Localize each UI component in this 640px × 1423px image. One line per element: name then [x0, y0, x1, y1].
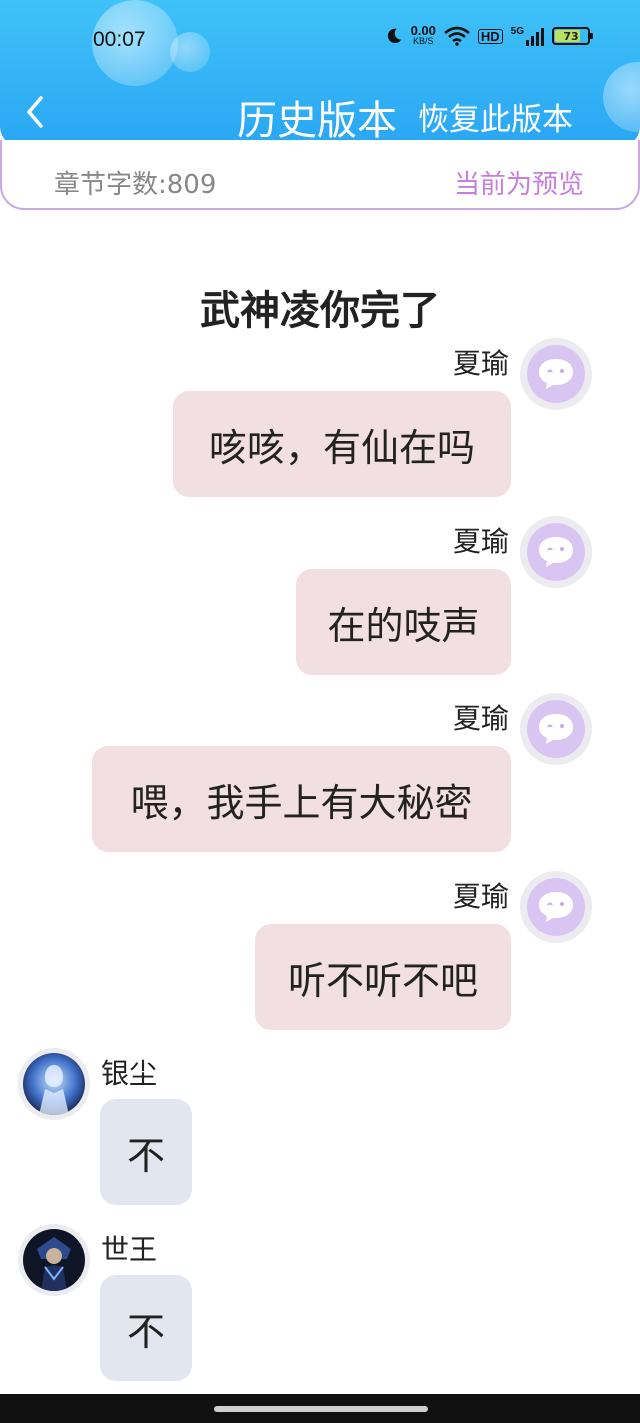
message-bubble: 不: [100, 1275, 192, 1381]
status-icons: 0.00 KB/S HD 5G 73: [385, 23, 593, 46]
sender-name: 夏瑜: [452, 347, 509, 380]
message-bubble: 咳咳，有仙在吗: [173, 391, 511, 497]
chevron-left-icon: [27, 96, 43, 128]
avatar[interactable]: [18, 1224, 90, 1296]
battery-icon: 73: [552, 27, 593, 45]
avatar[interactable]: [18, 1048, 90, 1120]
signal-icon: 5G: [511, 26, 544, 46]
moon-icon: [387, 28, 401, 44]
message-bubble: 听不听不吧: [255, 924, 511, 1030]
restore-version-button[interactable]: 恢复此版本: [418, 94, 573, 139]
chat-bubble-icon: [539, 892, 573, 922]
sender-name: 夏瑜: [452, 880, 509, 913]
user-photo: [23, 1229, 85, 1291]
top-header: 00:07 0.00 KB/S HD 5G 73 历史版本 恢复此版本: [0, 0, 640, 148]
sender-name: 世王: [101, 1233, 158, 1266]
avatar[interactable]: [520, 871, 592, 943]
sender-name: 夏瑜: [452, 702, 509, 735]
message-bubble: 喂，我手上有大秘密: [92, 746, 511, 852]
chat-bubble-icon: [539, 714, 573, 744]
message-bubble: 在的吱声: [296, 569, 511, 675]
chat-bubble-icon: [539, 537, 573, 567]
page-title: 历史版本: [237, 98, 397, 144]
avatar[interactable]: [520, 693, 592, 765]
hd-badge: HD: [477, 28, 503, 44]
wifi-icon: [444, 26, 470, 46]
avatar[interactable]: [520, 516, 592, 588]
word-count: 章节字数:809: [54, 170, 217, 200]
user-photo: [23, 1053, 85, 1115]
chat-bubble-icon: [539, 359, 573, 389]
decorative-bubble: [170, 32, 210, 72]
preview-label: 当前为预览: [453, 170, 584, 200]
avatar[interactable]: [520, 338, 592, 410]
status-time: 00:07: [93, 28, 146, 51]
message-bubble: 不: [100, 1099, 192, 1205]
home-gesture-bar[interactable]: [214, 1406, 428, 1412]
info-bar: 章节字数:809 当前为预览: [0, 140, 640, 210]
sender-name: 银尘: [101, 1057, 158, 1090]
net-speed: 0.00 KB/S: [410, 23, 436, 46]
decorative-bubble: [603, 62, 640, 132]
back-button[interactable]: [20, 94, 50, 130]
sender-name: 夏瑜: [452, 525, 509, 558]
chapter-title: 武神凌你完了: [200, 288, 440, 334]
